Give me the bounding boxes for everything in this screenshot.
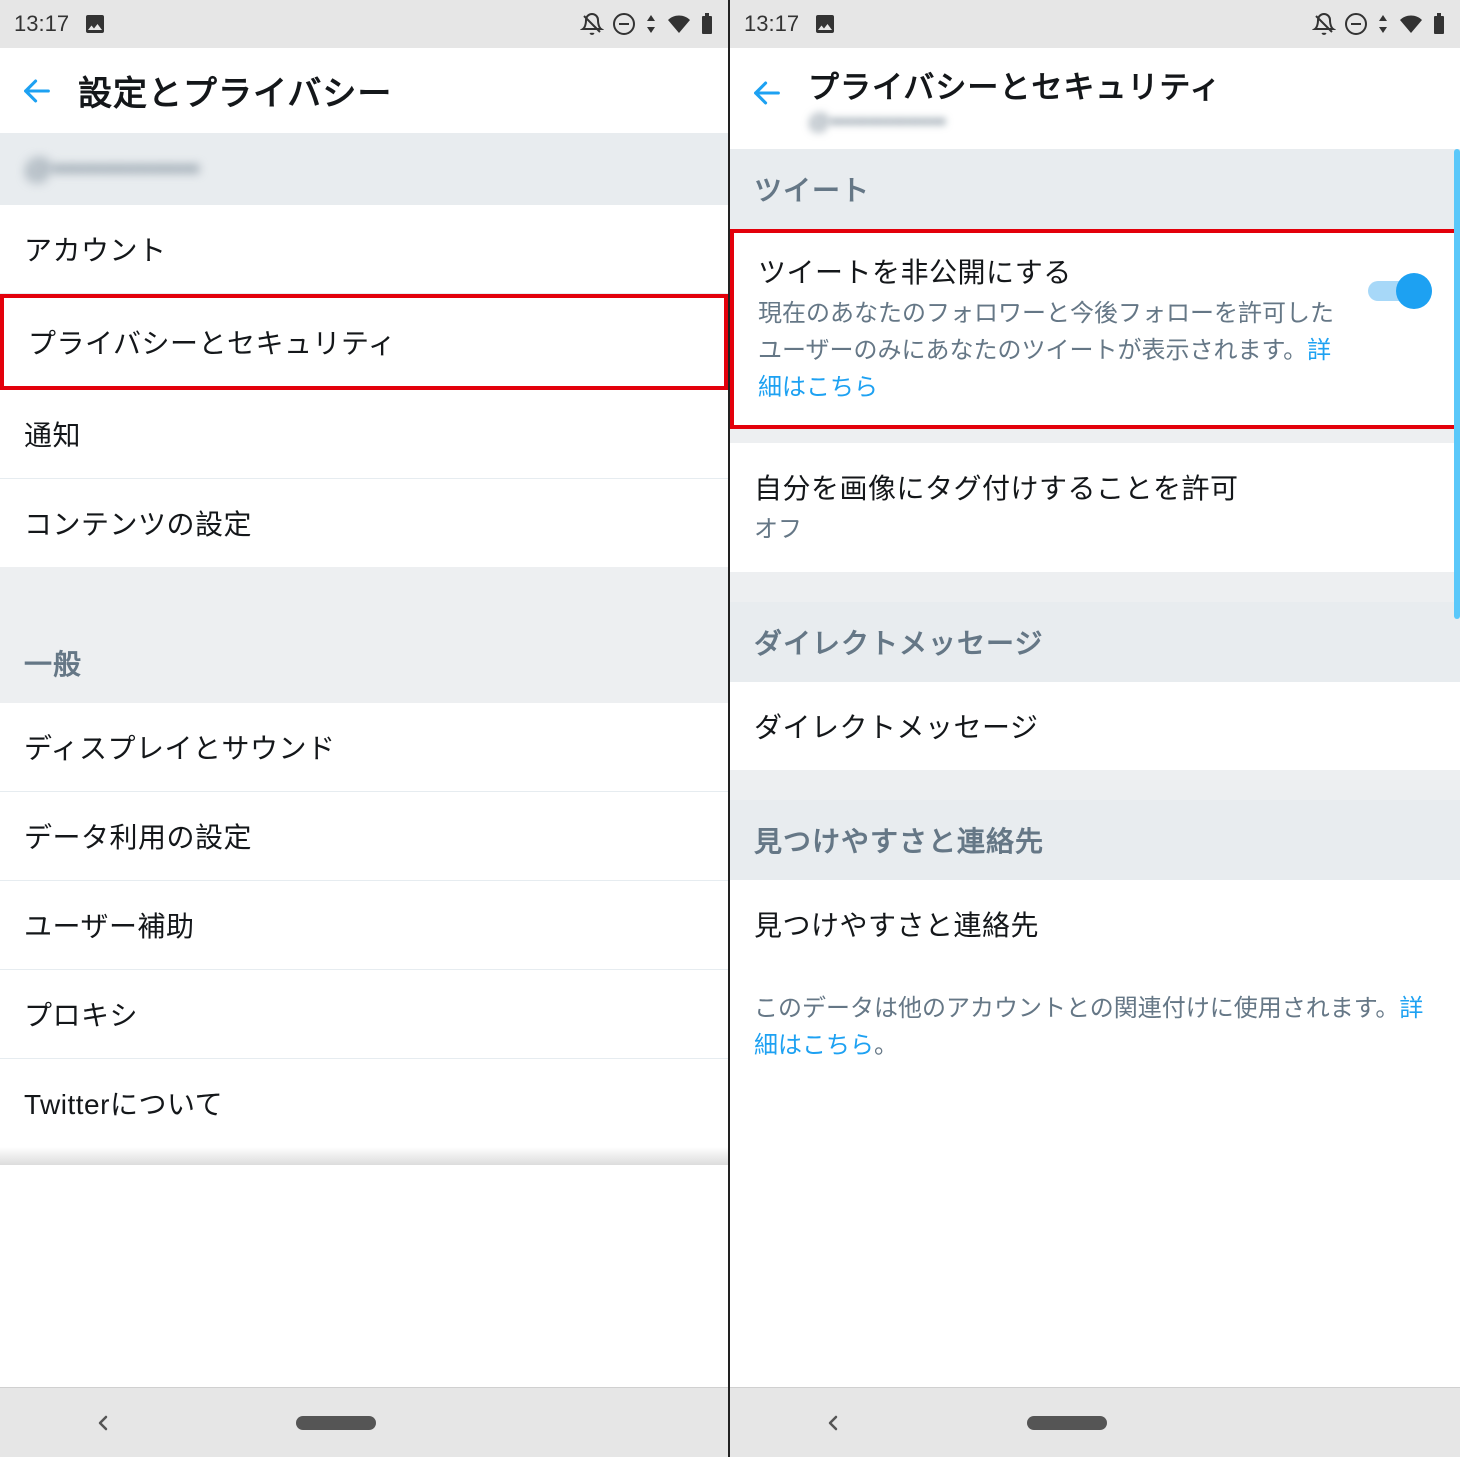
photo-tagging-row[interactable]: 自分を画像にタグ付けすることを許可 オフ [730,443,1460,572]
row-gap [730,429,1460,443]
wifi-icon [666,12,692,36]
settings-item-data-usage[interactable]: データ利用の設定 [0,792,728,881]
protect-tweets-switch[interactable] [1368,273,1432,309]
photo-tagging-sub: オフ [754,511,1418,548]
back-arrow-icon[interactable] [750,76,784,110]
settings-item-label: プライバシーとセキュリティ [28,322,396,362]
picture-icon [813,12,837,36]
nav-back-icon[interactable] [91,1411,115,1435]
battery-icon [1432,12,1446,36]
scroll-indicator [1454,149,1460,619]
dnd-bell-icon [580,12,604,36]
content-area: ツイート ツイートを非公開にする 現在のあなたのフォロワーと今後フォローを許可し… [730,149,1460,1387]
settings-item-content[interactable]: コンテンツの設定 [0,479,728,567]
protect-tweets-title: ツイートを非公開にする [758,251,1350,291]
nav-back-icon[interactable] [821,1411,845,1435]
section-header-tweets: ツイート [730,149,1460,229]
settings-item-label: Twitterについて [24,1083,223,1123]
settings-item-label: アカウント [24,229,167,269]
settings-item-privacy[interactable]: プライバシーとセキュリティ [0,294,728,390]
settings-item-about[interactable]: Twitterについて [0,1059,728,1147]
minus-circle-icon [612,12,636,36]
settings-item-proxy[interactable]: プロキシ [0,970,728,1059]
discover-info-text: このデータは他のアカウントとの関連付けに使用されます。詳細はこちら。 [730,968,1460,1086]
settings-item-display-sound[interactable]: ディスプレイとサウンド [0,703,728,792]
settings-item-label: 通知 [24,414,81,454]
app-bar: プライバシーとセキュリティ @••••••••••••••• [730,48,1460,149]
dnd-bell-icon [1312,12,1336,36]
android-nav-bar [0,1387,728,1457]
settings-item-label: ユーザー補助 [24,905,194,945]
app-bar: 設定とプライバシー [0,48,728,133]
account-handle-row[interactable]: @••••••••••••••• [0,133,728,205]
battery-icon [700,12,714,36]
status-bar: 13:17 [0,0,728,48]
signal-updown-icon [644,12,658,36]
section-gap [0,567,728,623]
android-nav-bar [730,1387,1460,1457]
nav-home-pill[interactable] [1027,1416,1107,1430]
clock-text: 13:17 [14,11,69,37]
signal-updown-icon [1376,12,1390,36]
page-title: 設定とプライバシー [78,66,392,115]
dm-row-label: ダイレクトメッセージ [754,706,1038,746]
back-arrow-icon[interactable] [20,74,54,108]
right-screen: 13:17 プライバシーとセキュリティ @••••••••••••••• ツイー… [730,0,1460,1457]
switch-thumb [1396,273,1432,309]
discover-row[interactable]: 見つけやすさと連絡先 [730,880,1460,968]
minus-circle-icon [1344,12,1368,36]
content-area: @••••••••••••••• アカウント プライバシーとセキュリティ 通知 … [0,133,728,1387]
settings-item-accessibility[interactable]: ユーザー補助 [0,881,728,970]
protect-tweets-row[interactable]: ツイートを非公開にする 現在のあなたのフォロワーと今後フォローを許可したユーザー… [730,229,1460,429]
dm-row[interactable]: ダイレクトメッセージ [730,682,1460,770]
discover-row-label: 見つけやすさと連絡先 [754,904,1039,944]
scroll-fade [0,1147,728,1165]
page-subtitle-handle: @••••••••••••••• [808,109,1222,135]
settings-item-notifications[interactable]: 通知 [0,390,728,479]
wifi-icon [1398,12,1424,36]
settings-item-label: ディスプレイとサウンド [24,727,336,767]
nav-home-pill[interactable] [296,1416,376,1430]
section-gap [730,770,1460,800]
page-title: プライバシーとセキュリティ [808,62,1222,107]
status-bar: 13:17 [730,0,1460,48]
settings-item-label: プロキシ [24,994,138,1034]
left-screen: 13:17 設定とプライバシー @••••••••••••••• アカウント プ… [0,0,730,1457]
section-header-general: 一般 [0,623,728,703]
section-header-dm: ダイレクトメッセージ [730,602,1460,682]
protect-tweets-desc: 現在のあなたのフォロワーと今後フォローを許可したユーザーのみにあなたのツイートが… [758,295,1350,407]
settings-item-account[interactable]: アカウント [0,205,728,294]
settings-item-label: データ利用の設定 [24,816,252,856]
photo-tagging-title: 自分を画像にタグ付けすることを許可 [754,467,1418,507]
picture-icon [83,12,107,36]
section-header-discover: 見つけやすさと連絡先 [730,800,1460,880]
settings-item-label: コンテンツの設定 [24,503,252,543]
section-gap [730,572,1460,602]
account-handle-text: @••••••••••••••• [24,153,704,185]
clock-text: 13:17 [744,11,799,37]
